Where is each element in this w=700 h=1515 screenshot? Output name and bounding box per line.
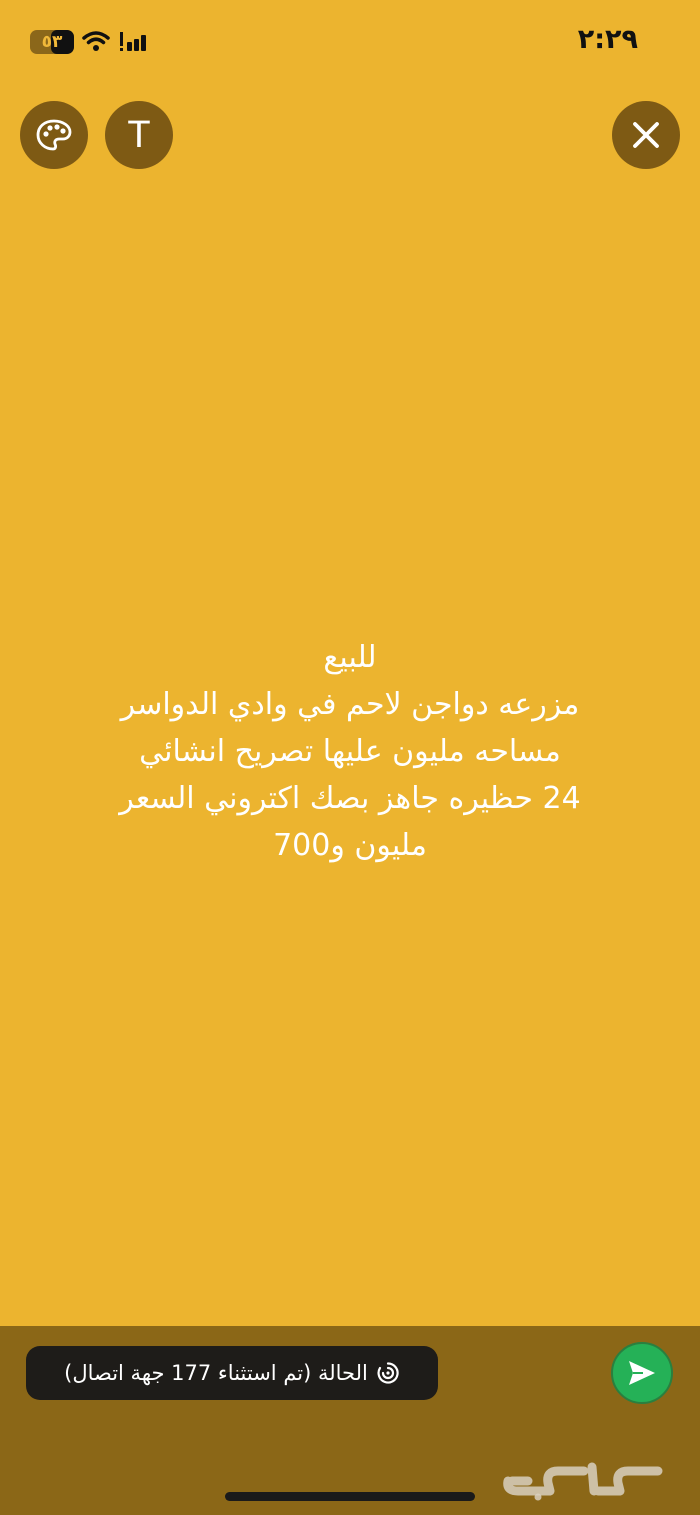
status-bar: ٥٣ ٢:٢٩ [0, 0, 700, 80]
battery-icon: ٥٣ [30, 30, 74, 54]
cellular-signal-icon [120, 32, 146, 51]
close-icon [633, 122, 659, 148]
story-line: مليون و700 [273, 828, 427, 863]
status-audience-label: الحالة (تم استثناء 177 جهة اتصال) [64, 1361, 368, 1385]
send-icon [629, 1361, 655, 1385]
palette-icon [36, 119, 72, 151]
home-indicator[interactable] [225, 1492, 475, 1501]
status-audience-selector[interactable]: الحالة (تم استثناء 177 جهة اتصال) [26, 1346, 438, 1400]
bottom-bar: الحالة (تم استثناء 177 جهة اتصال) [0, 1326, 700, 1515]
story-text[interactable]: للبيع مزرعه دواجن لاحم في وادي الدواسر م… [40, 634, 660, 869]
status-time: ٢:٢٩ [577, 24, 638, 55]
story-line: 24 حظيره جاهز بصك اكتروني السعر [119, 781, 581, 816]
wifi-icon [82, 31, 110, 51]
send-button[interactable] [611, 1342, 673, 1404]
close-button[interactable] [612, 101, 680, 169]
text-style-label: T [127, 114, 151, 156]
story-line: للبيع [323, 640, 377, 675]
story-line: مساحه مليون عليها تصريح انشائي [139, 734, 561, 769]
status-ring-icon [377, 1362, 399, 1384]
battery-percentage: ٥٣ [41, 32, 63, 52]
text-style-button[interactable]: T [105, 101, 173, 169]
color-palette-button[interactable] [20, 101, 88, 169]
story-line: مزرعه دواجن لاحم في وادي الدواسر [120, 687, 580, 722]
haraj-watermark-logo [503, 1462, 663, 1501]
